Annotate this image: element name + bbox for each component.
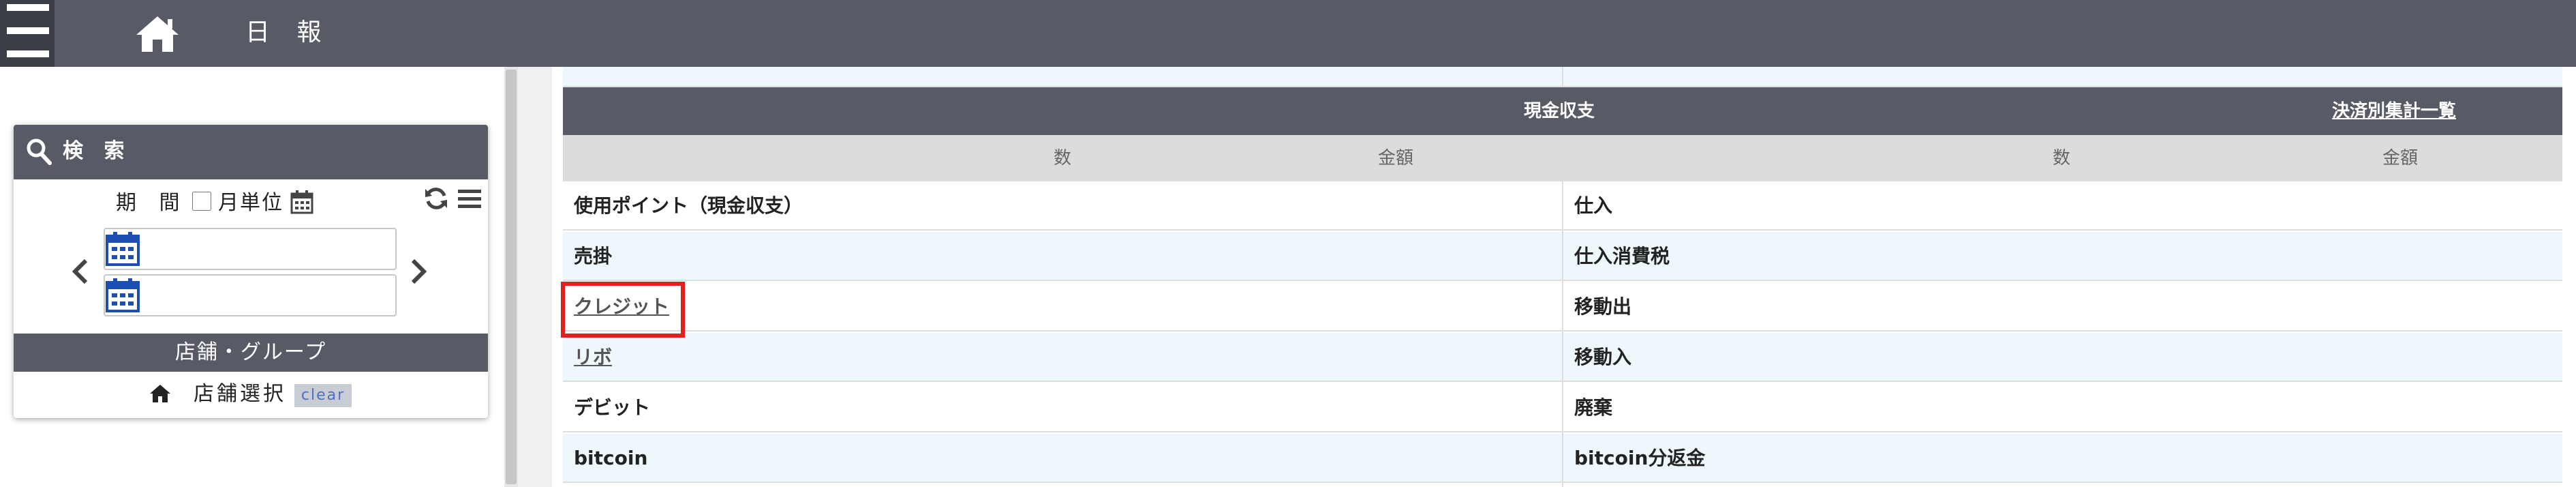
row-label-transfer-in: 移動入 xyxy=(1574,346,1632,368)
month-unit-checkbox[interactable] xyxy=(192,192,211,211)
hamburger-icon-bar xyxy=(7,50,49,57)
page-title: 日 報 xyxy=(245,18,331,46)
highlight-box xyxy=(561,282,685,338)
scrollbar-thumb[interactable] xyxy=(506,70,517,484)
chevron-left-icon[interactable] xyxy=(71,258,89,285)
top-bar xyxy=(0,0,2576,67)
period-label: 期 間 xyxy=(116,191,188,215)
column-divider xyxy=(1562,67,1563,86)
hamburger-icon-bar xyxy=(7,27,49,34)
store-group-header: 店舗・グループ xyxy=(14,334,488,372)
column-header-count: 数 xyxy=(2053,148,2071,168)
row-label-used-points: 使用ポイント（現金収支） xyxy=(574,194,803,217)
hamburger-menu-button[interactable] xyxy=(0,0,55,67)
calendar-icon[interactable] xyxy=(105,231,140,267)
row-label-debit: デビット xyxy=(574,396,651,419)
row-label-transfer-out: 移動出 xyxy=(1574,295,1632,318)
store-select-label[interactable]: 店舗選択 xyxy=(194,381,286,408)
column-header-count: 数 xyxy=(1054,148,1072,168)
date-to-input[interactable] xyxy=(104,274,397,316)
column-header-amount: 金額 xyxy=(1378,148,1414,168)
search-title: 検 索 xyxy=(63,139,132,163)
row-label-purchase: 仕入 xyxy=(1574,194,1613,217)
row-label-receivable: 売掛 xyxy=(574,245,613,267)
list-menu-icon[interactable] xyxy=(458,190,481,209)
column-divider xyxy=(1562,181,1563,487)
row-label-purchase-tax: 仕入消費税 xyxy=(1574,245,1670,267)
clear-button[interactable]: clear xyxy=(294,384,352,407)
search-icon xyxy=(27,138,52,165)
row-label-bitcoin: bitcoin xyxy=(574,447,648,469)
row-label-bitcoin-refund: bitcoin分返金 xyxy=(1574,447,1706,469)
payment-summary-link[interactable]: 決済別集計一覧 xyxy=(2332,87,2456,135)
home-icon[interactable] xyxy=(134,14,181,55)
column-header-amount: 金額 xyxy=(2382,148,2419,168)
hamburger-icon xyxy=(7,4,49,11)
revolving-link[interactable]: リボ xyxy=(574,333,612,382)
calendar-icon[interactable] xyxy=(105,277,140,314)
column-header-row xyxy=(563,135,2562,181)
home-icon xyxy=(150,385,170,402)
calendar-icon[interactable] xyxy=(290,190,313,214)
date-from-input[interactable] xyxy=(104,228,397,270)
refresh-icon[interactable] xyxy=(424,186,448,211)
month-unit-label[interactable]: 月単位 xyxy=(218,190,283,216)
chevron-right-icon[interactable] xyxy=(410,258,428,285)
cash-balance-title: 現金収支 xyxy=(1523,101,1595,121)
row-label-disposal: 廃棄 xyxy=(1574,396,1613,419)
